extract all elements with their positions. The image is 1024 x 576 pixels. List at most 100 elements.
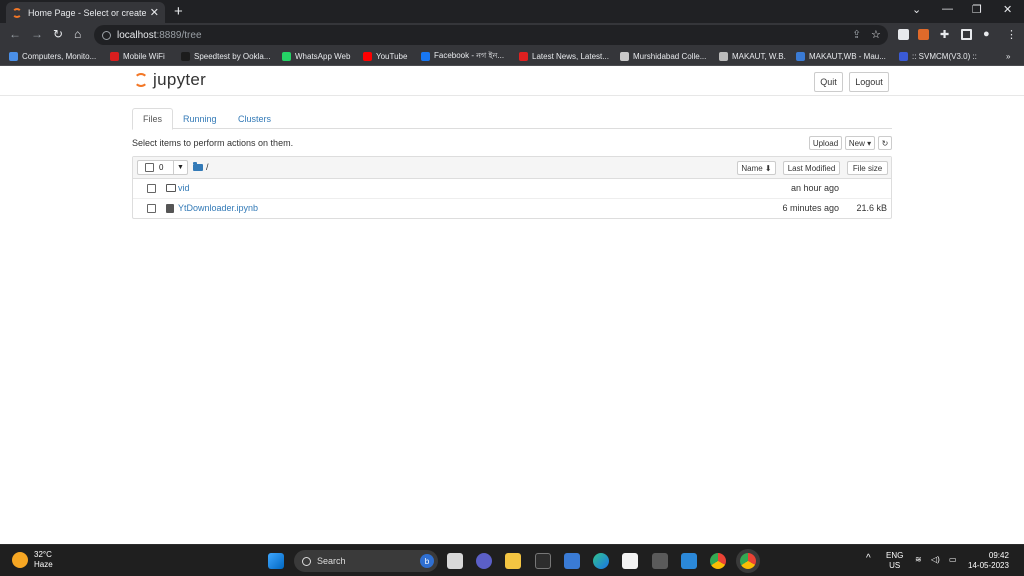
side-panel-icon[interactable]: [961, 29, 972, 40]
list-item[interactable]: YtDownloader.ipynb 6 minutes ago 21.6 kB: [133, 199, 891, 219]
wifi-icon[interactable]: ≋: [915, 555, 922, 565]
bookmark-item[interactable]: Mobile WiFi: [110, 50, 165, 63]
window-close-icon[interactable]: ✕: [1003, 3, 1012, 16]
jupyter-header: jupyter Quit Logout: [0, 66, 1024, 96]
tab-clusters[interactable]: Clusters: [228, 108, 281, 129]
bing-icon[interactable]: b: [420, 554, 434, 568]
bookmark-item[interactable]: MAKAUT, W.B.: [719, 50, 786, 63]
jupyter-logo-icon: [134, 73, 148, 87]
store-icon[interactable]: [622, 553, 638, 569]
bookmark-favicon-icon: [9, 52, 18, 61]
select-menu-chevron-icon[interactable]: ▼: [173, 161, 187, 174]
bookmark-item[interactable]: MAKAUT,WB - Mau...: [796, 50, 886, 63]
qr-extension-icon[interactable]: [898, 29, 909, 40]
volume-icon[interactable]: ◁): [931, 555, 940, 565]
upload-button[interactable]: Upload: [809, 136, 842, 150]
bookmark-item[interactable]: YouTube: [363, 50, 407, 63]
profile-icon[interactable]: ●: [983, 28, 990, 40]
more-bookmarks-icon[interactable]: »: [1006, 50, 1010, 63]
clock[interactable]: 09:42 14-05-2023: [968, 551, 1009, 571]
bookmark-item[interactable]: Murshidabad Colle...: [620, 50, 706, 63]
item-name-link[interactable]: vid: [178, 183, 190, 193]
bookmark-favicon-icon: [181, 52, 190, 61]
breadcrumb[interactable]: /: [193, 161, 209, 172]
bookmark-favicon-icon: [282, 52, 291, 61]
home-icon[interactable]: ⌂: [74, 27, 81, 41]
new-dropdown-button[interactable]: New ▾: [845, 136, 875, 150]
row-checkbox[interactable]: [147, 204, 156, 213]
tab-files[interactable]: Files: [132, 108, 174, 130]
taskbar-search[interactable]: Search b: [294, 550, 438, 572]
selection-hint: Select items to perform actions on them.: [132, 138, 294, 148]
item-name-link[interactable]: YtDownloader.ipynb: [178, 203, 258, 213]
bookmark-item[interactable]: :: SVMCM(V3.0) ::: [899, 50, 977, 63]
weather-widget[interactable]: 32°C Haze: [12, 550, 53, 570]
bookmark-item[interactable]: WhatsApp Web: [282, 50, 350, 63]
bookmark-item[interactable]: Facebook - নগ ইন...: [421, 50, 504, 63]
reload-icon[interactable]: ↻: [53, 27, 63, 41]
date: 14-05-2023: [968, 561, 1009, 570]
jupyter-logo[interactable]: jupyter: [134, 70, 206, 90]
browser-menu-icon[interactable]: ⋮: [1006, 28, 1017, 41]
restore-icon[interactable]: ❐: [972, 3, 982, 16]
item-modified: 6 minutes ago: [782, 203, 839, 213]
back-icon[interactable]: ←: [9, 27, 21, 41]
extensions-puzzle-icon[interactable]: ✚: [940, 28, 949, 41]
bookmark-favicon-icon: [796, 52, 805, 61]
bookmark-label: Latest News, Latest...: [532, 52, 609, 61]
forward-icon[interactable]: →: [31, 27, 43, 41]
file-list: 0 ▼ / Name ⬇ Last Modified File size vid…: [132, 156, 892, 219]
breadcrumb-root[interactable]: /: [206, 162, 209, 172]
folder-icon: [193, 161, 203, 171]
address-bar[interactable]: localhost :8889/tree: [94, 25, 888, 45]
logout-button[interactable]: Logout: [849, 72, 889, 92]
photos-app-icon[interactable]: [564, 553, 580, 569]
tab-close-icon[interactable]: ✕: [150, 6, 159, 19]
jupyter-logo-text: jupyter: [153, 70, 207, 89]
bookmark-item[interactable]: Speedtest by Ookla...: [181, 50, 271, 63]
row-checkbox[interactable]: [147, 184, 156, 193]
refresh-button[interactable]: ↻: [878, 136, 892, 150]
weather-haze-icon: [12, 552, 28, 568]
start-windows-icon[interactable]: [268, 553, 284, 569]
vpn-extension-icon[interactable]: [918, 29, 929, 40]
bookmark-favicon-icon: [899, 52, 908, 61]
bookmark-label: Mobile WiFi: [123, 52, 165, 61]
chrome-active-icon[interactable]: [740, 553, 756, 569]
tab-running[interactable]: Running: [173, 108, 227, 129]
mail-icon[interactable]: [681, 553, 697, 569]
selected-count: 0: [159, 163, 164, 172]
file-explorer-icon[interactable]: [505, 553, 521, 569]
language-indicator[interactable]: ENG US: [886, 551, 903, 571]
teams-chat-icon[interactable]: [476, 553, 492, 569]
terminal-icon[interactable]: [535, 553, 551, 569]
minimize-icon[interactable]: —: [942, 3, 953, 15]
battery-icon[interactable]: ▭: [949, 555, 957, 565]
select-all-control[interactable]: 0 ▼: [137, 160, 188, 175]
camera-icon[interactable]: [652, 553, 668, 569]
tray-overflow-chevron-icon[interactable]: ^: [866, 554, 871, 564]
bookmark-label: :: SVMCM(V3.0) ::: [912, 52, 977, 61]
sort-by-name-button[interactable]: Name ⬇: [737, 161, 776, 175]
bookmark-label: Computers, Monito...: [22, 52, 97, 61]
list-item[interactable]: vid an hour ago: [133, 179, 891, 199]
chrome-icon[interactable]: [710, 553, 726, 569]
bookmark-item[interactable]: Computers, Monito...: [9, 50, 96, 63]
select-all-checkbox[interactable]: [145, 163, 154, 172]
sort-by-modified-button[interactable]: Last Modified: [783, 161, 840, 175]
bookmark-favicon-icon: [620, 52, 629, 61]
site-info-icon[interactable]: [102, 30, 111, 40]
task-view-icon[interactable]: [447, 553, 463, 569]
bookmark-item[interactable]: Latest News, Latest...: [519, 50, 609, 63]
dashboard-tabs: Files Running Clusters: [132, 108, 892, 130]
quit-button[interactable]: Quit: [814, 72, 843, 92]
tab-search-chevron-icon[interactable]: ⌄: [912, 3, 921, 16]
bookmark-star-icon[interactable]: ☆: [871, 28, 881, 41]
browser-tab-active[interactable]: Home Page - Select or create a n ✕: [6, 2, 165, 23]
new-tab-button[interactable]: +: [174, 3, 183, 20]
edge-icon[interactable]: [593, 553, 609, 569]
share-icon[interactable]: ⇪: [852, 28, 861, 41]
sort-by-size-button[interactable]: File size: [847, 161, 888, 175]
browser-titlebar: Home Page - Select or create a n ✕ + ⌄ —…: [0, 0, 1024, 23]
url-path: :8889/tree: [156, 29, 202, 41]
